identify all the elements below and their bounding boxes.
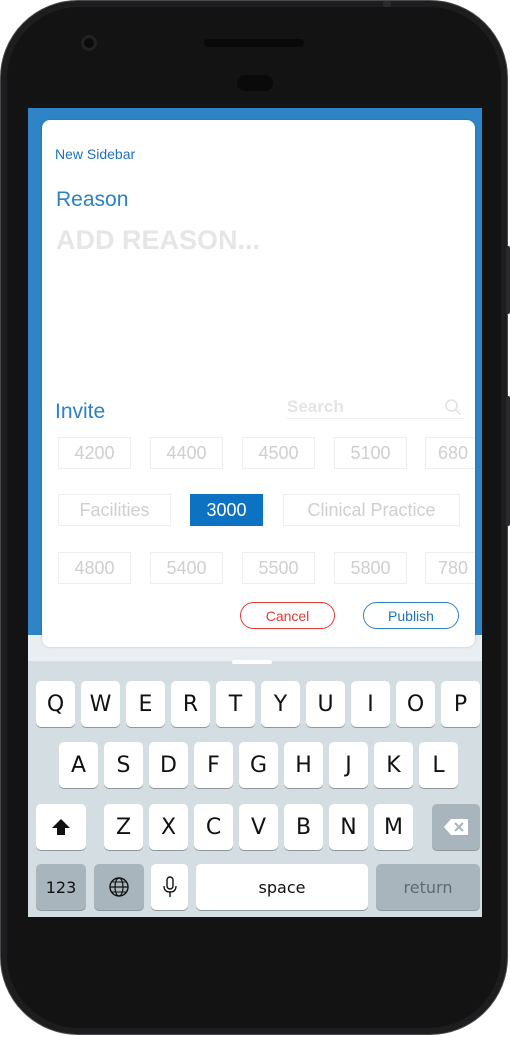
shift-icon — [52, 819, 70, 835]
key-y[interactable]: Y — [261, 681, 300, 727]
invite-chip[interactable]: 4400 — [150, 437, 223, 469]
globe-icon — [109, 877, 129, 897]
invite-chip-selected[interactable]: 3000 — [190, 494, 263, 526]
key-n[interactable]: N — [329, 804, 368, 850]
backspace-icon — [444, 819, 468, 835]
top-button — [383, 1, 391, 7]
invite-search[interactable] — [286, 396, 464, 419]
key-f[interactable]: F — [194, 742, 233, 788]
key-g[interactable]: G — [239, 742, 278, 788]
publish-button[interactable]: Publish — [363, 602, 459, 629]
key-q[interactable]: Q — [36, 681, 75, 727]
key-w[interactable]: W — [81, 681, 120, 727]
key-r[interactable]: R — [171, 681, 210, 727]
earpiece-speaker — [204, 39, 304, 47]
invite-label: Invite — [55, 400, 106, 423]
invite-chip[interactable]: 4500 — [242, 437, 315, 469]
screen: ––– ––– New Sidebar Reason Invite 4200 4… — [28, 108, 482, 917]
numbers-key[interactable]: 123 — [36, 864, 86, 910]
dictation-key[interactable] — [151, 864, 188, 910]
key-d[interactable]: D — [149, 742, 188, 788]
reason-label: Reason — [56, 188, 129, 211]
cancel-button[interactable]: Cancel — [240, 602, 335, 629]
new-sidebar-dialog: New Sidebar Reason Invite 4200 4400 4500… — [42, 120, 475, 647]
key-e[interactable]: E — [126, 681, 165, 727]
invite-chip[interactable]: 4200 — [58, 437, 131, 469]
invite-chip[interactable]: 5500 — [242, 552, 315, 584]
invite-chip-facilities[interactable]: Facilities — [58, 494, 171, 526]
key-u[interactable]: U — [306, 681, 345, 727]
key-k[interactable]: K — [374, 742, 413, 788]
search-input[interactable] — [287, 396, 437, 418]
key-b[interactable]: B — [284, 804, 323, 850]
phone-frame: ––– ––– New Sidebar Reason Invite 4200 4… — [0, 0, 510, 1035]
chip-row: 4800 5400 5500 5800 780 — [58, 552, 475, 586]
key-j[interactable]: J — [329, 742, 368, 788]
chip-row: Facilities 3000 Clinical Practice — [58, 494, 475, 528]
shift-key[interactable] — [36, 804, 86, 850]
microphone-icon — [162, 876, 177, 897]
key-t[interactable]: T — [216, 681, 255, 727]
key-h[interactable]: H — [284, 742, 323, 788]
globe-key[interactable] — [94, 864, 144, 910]
search-icon[interactable] — [444, 398, 462, 416]
return-key[interactable]: return — [376, 864, 480, 910]
key-v[interactable]: V — [239, 804, 278, 850]
key-c[interactable]: C — [194, 804, 233, 850]
keyboard-handle[interactable] — [232, 660, 272, 664]
key-o[interactable]: O — [396, 681, 435, 727]
key-a[interactable]: A — [59, 742, 98, 788]
key-x[interactable]: X — [149, 804, 188, 850]
invite-chip[interactable]: 780 — [425, 552, 475, 584]
key-l[interactable]: L — [419, 742, 458, 788]
backspace-key[interactable] — [432, 804, 480, 850]
invite-chip[interactable]: 5100 — [334, 437, 407, 469]
sensor — [237, 75, 273, 91]
invite-chip[interactable]: 5400 — [150, 552, 223, 584]
power-button — [506, 396, 510, 526]
volume-button — [506, 246, 510, 314]
key-m[interactable]: M — [374, 804, 413, 850]
invite-chip[interactable]: 680 — [425, 437, 475, 469]
dialog-title: New Sidebar — [55, 146, 136, 162]
key-i[interactable]: I — [351, 681, 390, 727]
key-s[interactable]: S — [104, 742, 143, 788]
invite-chip-clinical-practice[interactable]: Clinical Practice — [283, 494, 460, 526]
key-p[interactable]: P — [441, 681, 480, 727]
reason-input[interactable] — [56, 220, 456, 260]
space-key[interactable]: space — [196, 864, 368, 910]
front-camera — [81, 35, 97, 51]
chip-row: 4200 4400 4500 5100 680 — [58, 437, 475, 471]
key-z[interactable]: Z — [104, 804, 143, 850]
invite-chip[interactable]: 5800 — [334, 552, 407, 584]
onscreen-keyboard: Q W E R T Y U I O P A S D F G H J K L Z — [28, 660, 482, 917]
invite-chip[interactable]: 4800 — [58, 552, 131, 584]
